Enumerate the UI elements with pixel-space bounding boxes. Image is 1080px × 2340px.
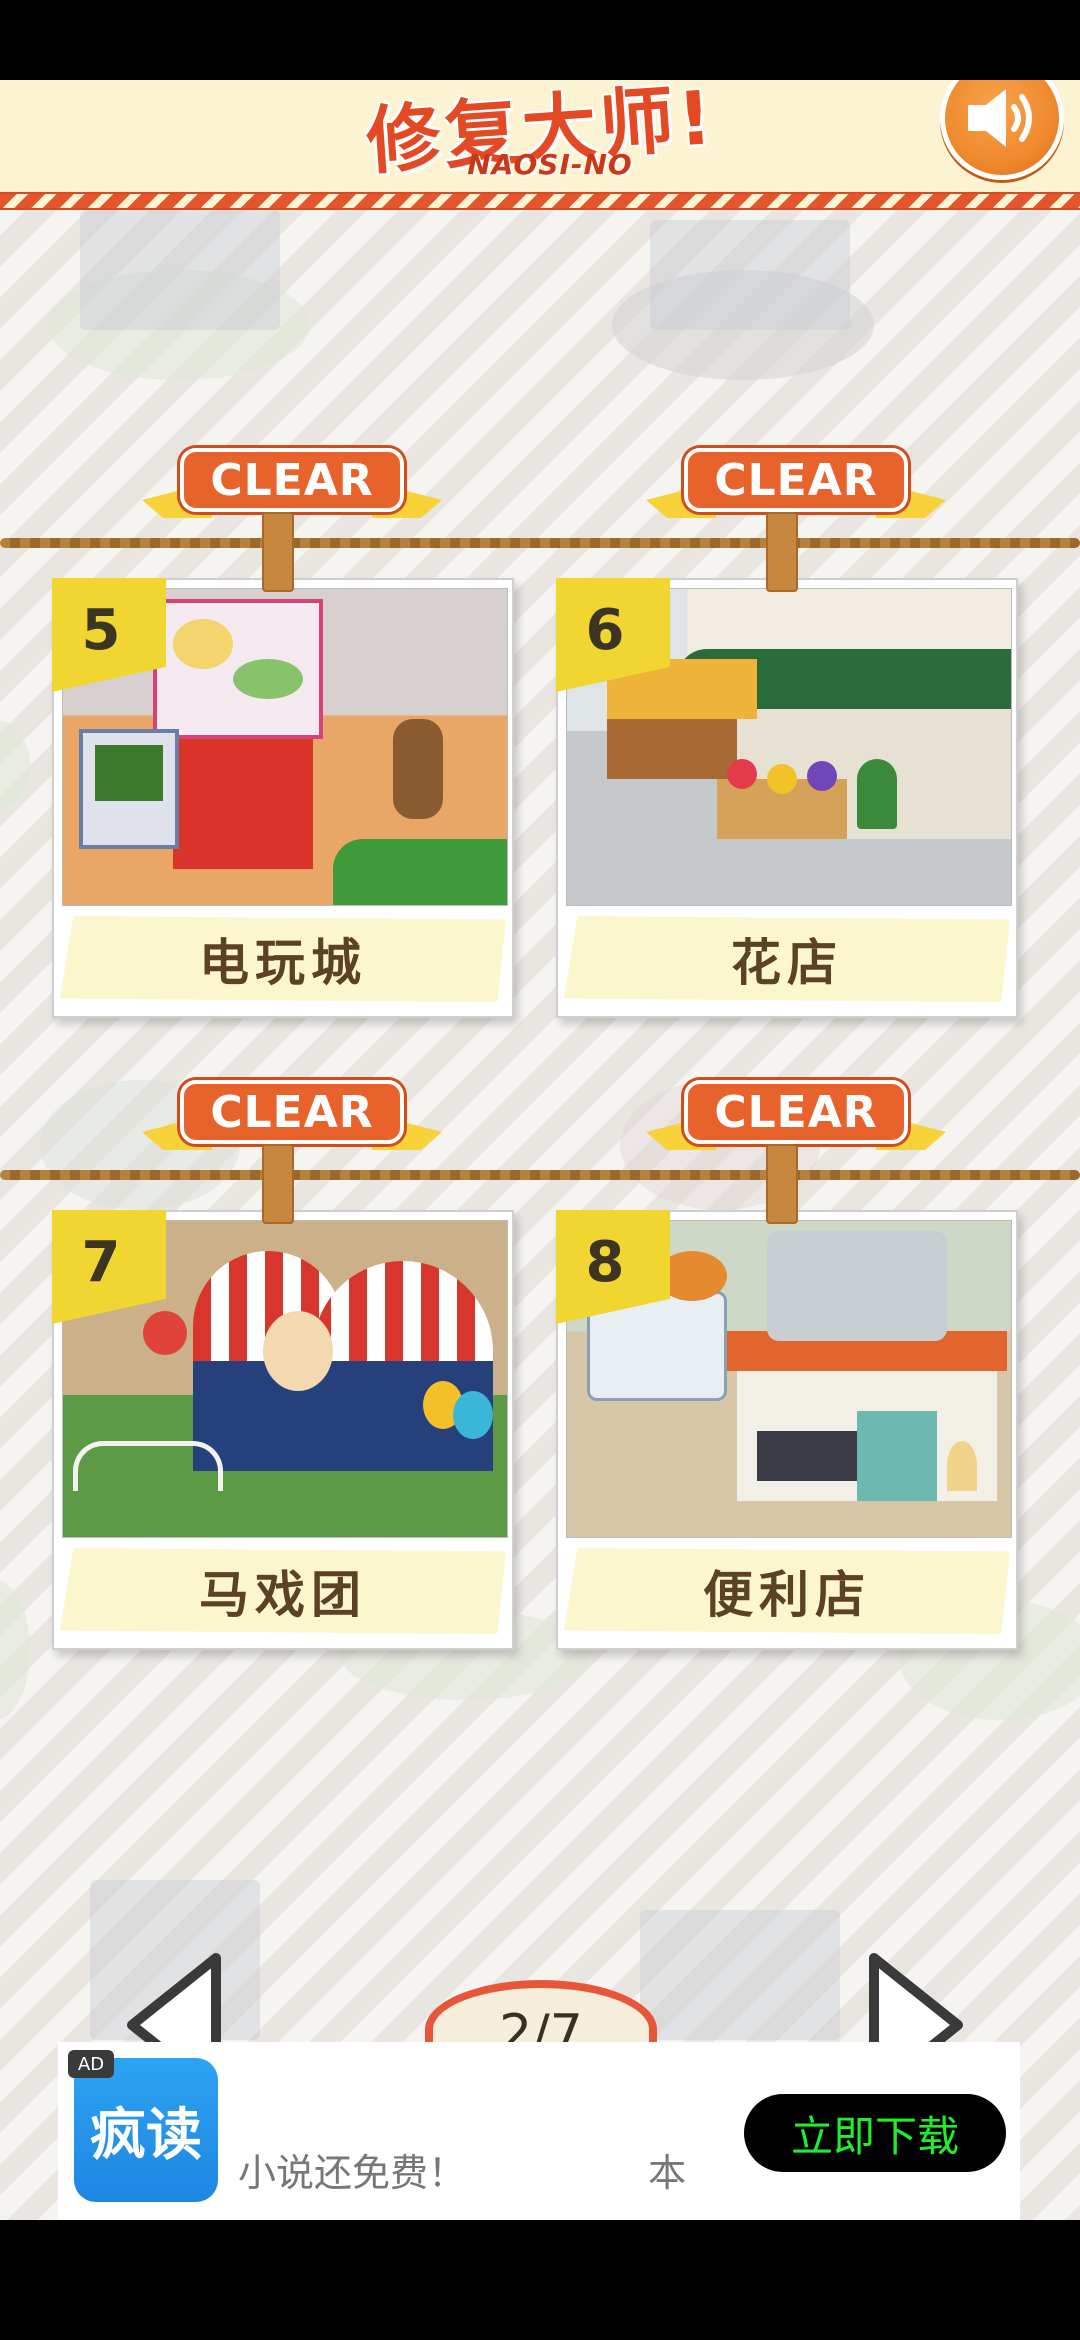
clear-label: CLEAR [684, 448, 908, 512]
ad-download-button[interactable]: 立即下载 [744, 2094, 1006, 2172]
bg-building-ghost [640, 1910, 840, 2040]
level-card-5[interactable]: CLEAR 5 电玩城 [52, 448, 514, 1018]
clothespin [262, 512, 294, 592]
clear-label: CLEAR [180, 1080, 404, 1144]
level-name-label: 花店 [564, 916, 1010, 1002]
game-logo-subtitle: NAOSI-NO [467, 148, 633, 181]
ad-app-icon[interactable]: 疯读 [74, 2058, 218, 2202]
level-name-label: 马戏团 [60, 1548, 506, 1634]
clothespin [766, 1144, 798, 1224]
sound-button[interactable] [940, 80, 1064, 180]
ad-text-extra: 本 [648, 2151, 687, 2195]
clear-label: CLEAR [180, 448, 404, 512]
clothespin [262, 1144, 294, 1224]
clothespin [766, 512, 798, 592]
ad-text-main: 小说还免费！ [238, 2151, 467, 2195]
level-card-7[interactable]: CLEAR 7 马戏团 [52, 1080, 514, 1650]
clear-label: CLEAR [684, 1080, 908, 1144]
bg-building-ghost [0, 720, 30, 810]
bg-building-ghost [0, 1580, 30, 1720]
level-card-6[interactable]: CLEAR 6 花店 [556, 448, 1018, 1018]
bg-building-ghost [650, 220, 850, 330]
level-name-label: 电玩城 [60, 916, 506, 1002]
level-card-8[interactable]: CLEAR 8 便利店 [556, 1080, 1018, 1650]
speaker-icon [968, 89, 1032, 147]
ad-banner[interactable]: AD 疯读 小说还免费！ 本 立即下载 [58, 2042, 1020, 2220]
ad-badge: AD [68, 2050, 114, 2078]
game-screen: 修复大师! NAOSI-NO CLEAR 5 电玩城 CLEAR 6 花店 CL… [0, 80, 1080, 2220]
level-name-label: 便利店 [564, 1548, 1010, 1634]
header-stripe [0, 192, 1080, 210]
header-banner: 修复大师! NAOSI-NO [0, 80, 1080, 210]
ad-text: 小说还免费！ 本 [238, 2142, 758, 2202]
bg-building-ghost [80, 210, 280, 330]
